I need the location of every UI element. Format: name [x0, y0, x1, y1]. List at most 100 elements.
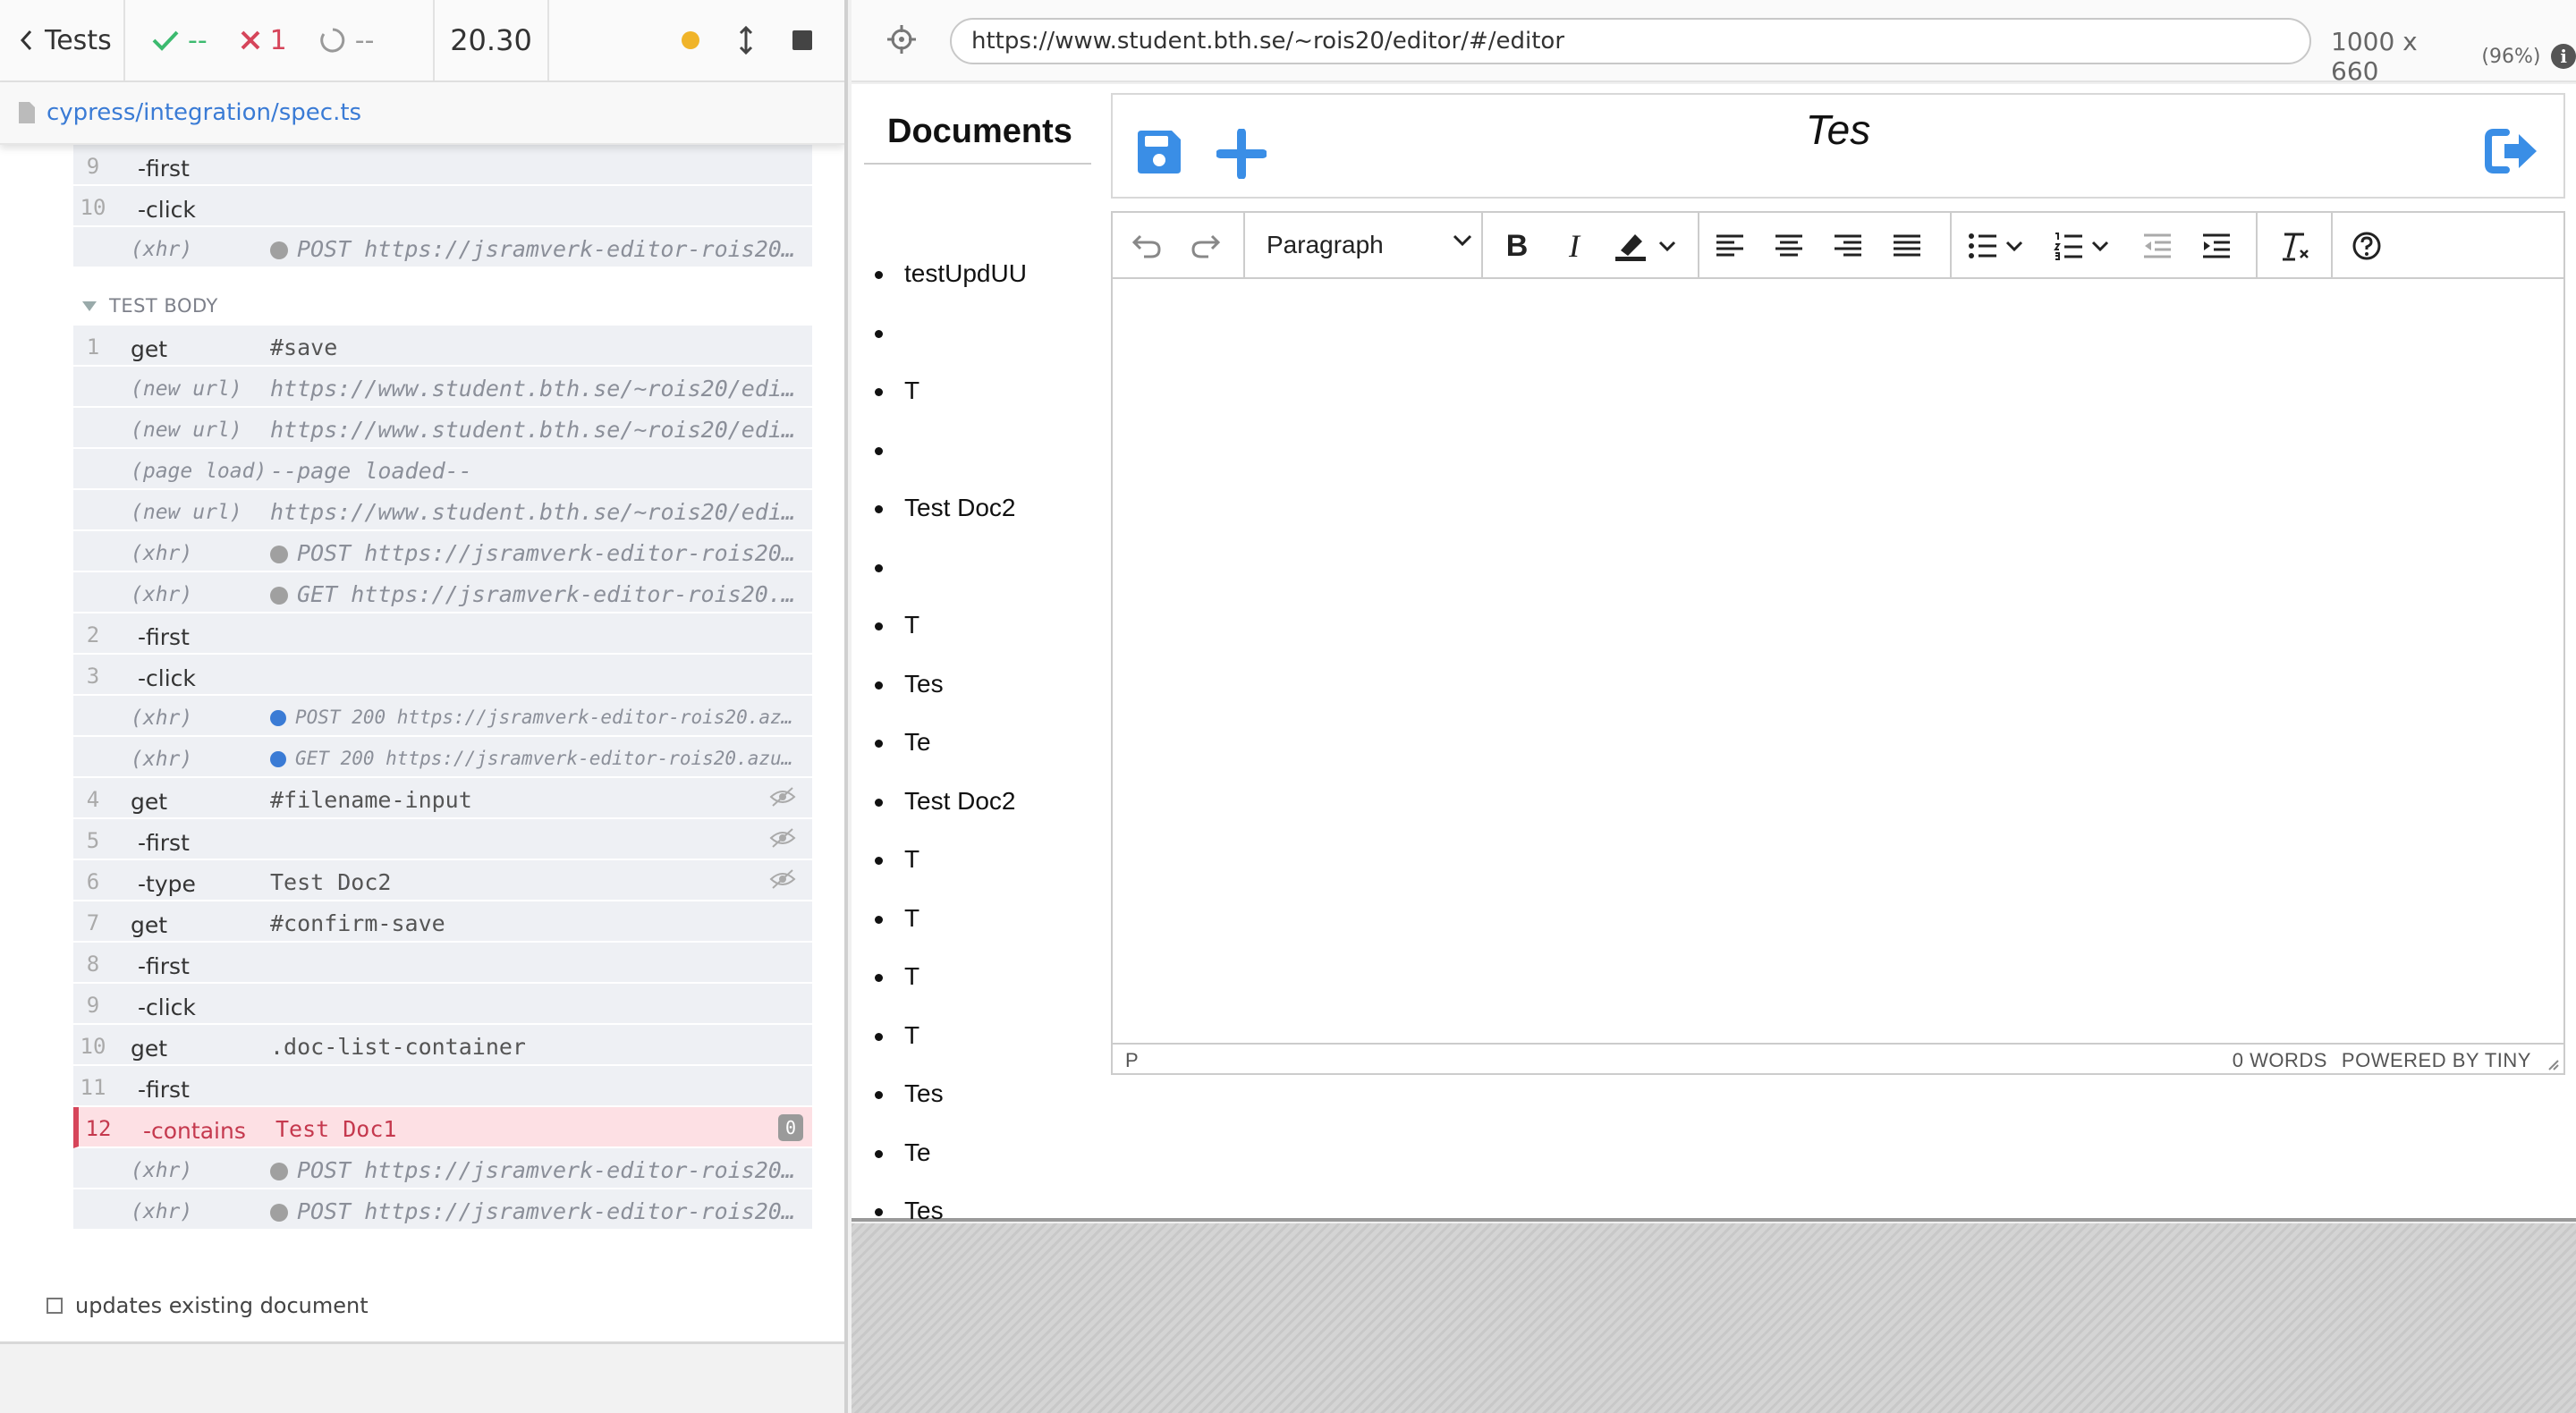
doc-list-item[interactable]	[875, 436, 904, 471]
reporter-footer	[0, 1344, 844, 1413]
bullet-icon	[875, 681, 883, 690]
clear-formatting-button[interactable]	[2277, 231, 2313, 261]
pending-stat[interactable]: --	[319, 25, 374, 56]
doc-list-item[interactable]	[875, 318, 904, 354]
command-row[interactable]: 4 get #filename-input	[73, 778, 812, 819]
doc-list-item[interactable]: T	[875, 377, 919, 412]
command-message: POST https://jsramverk-editor-rois20.azu…	[270, 1198, 803, 1224]
command-row-url[interactable]: (new url) https://www.student.bth.se/~ro…	[73, 490, 812, 531]
test-item-updates-existing-document[interactable]: updates existing document	[47, 1293, 369, 1318]
command-message: Test Doc1	[275, 1116, 397, 1142]
command-row[interactable]: 9 -click	[73, 984, 812, 1025]
command-row[interactable]: 9 -first	[73, 145, 812, 186]
command-row-xhr[interactable]: (xhr) POST 200 https://jsramverk-editor-…	[73, 696, 812, 737]
passed-stat[interactable]: --	[152, 25, 208, 56]
doc-name: Te	[904, 728, 931, 756]
align-left-button[interactable]	[1712, 231, 1748, 261]
align-justify-button[interactable]	[1889, 231, 1925, 261]
command-name: (xhr)	[131, 238, 193, 261]
aut-url-bar[interactable]: https://www.student.bth.se/~rois20/edito…	[950, 18, 2311, 64]
command-row[interactable]: 2 -first	[73, 613, 812, 655]
sign-out-icon[interactable]	[2485, 129, 2540, 173]
selector-playground-crosshair-icon[interactable]	[886, 23, 918, 55]
redo-button[interactable]	[1188, 231, 1224, 261]
italic-button[interactable]: I	[1556, 228, 1592, 264]
tests-back-button[interactable]: Tests	[0, 0, 125, 80]
resize-handle-icon[interactable]	[2544, 1055, 2560, 1071]
doc-list-item[interactable]: Te	[875, 728, 931, 764]
help-button[interactable]	[2349, 231, 2385, 261]
bullet-icon	[875, 447, 883, 456]
doc-list-item[interactable]: T	[875, 1021, 919, 1057]
align-right-button[interactable]	[1830, 231, 1866, 261]
command-row-xhr[interactable]: (xhr) POST https://jsramverk-editor-rois…	[73, 227, 812, 268]
highlight-color-button[interactable]	[1614, 231, 1685, 261]
info-icon[interactable]: i	[2551, 44, 2576, 69]
stop-button[interactable]	[792, 30, 812, 50]
command-row[interactable]: 10 get .doc-list-container	[73, 1025, 812, 1066]
command-row[interactable]: 7 get #confirm-save	[73, 901, 812, 943]
spec-file-link[interactable]: cypress/integration/spec.ts	[47, 99, 361, 126]
xhr-pending-dot-icon	[270, 241, 288, 259]
indent-icon	[2203, 233, 2230, 258]
numbered-list-button[interactable]	[2054, 231, 2122, 261]
xhr-pending-dot-icon	[270, 587, 288, 605]
command-row-failed[interactable]: 12 -contains Test Doc1 0	[73, 1107, 812, 1148]
auto-scroll-icon[interactable]	[739, 26, 753, 55]
doc-list-item[interactable]: T	[875, 845, 919, 881]
command-row-xhr[interactable]: (xhr) POST https://jsramverk-editor-rois…	[73, 531, 812, 572]
failed-stat[interactable]: 1	[240, 25, 287, 56]
command-row-xhr[interactable]: (xhr) GET 200 https://jsramverk-editor-r…	[73, 737, 812, 778]
viewport-info: 1000 x 660 (96%) i	[2331, 27, 2576, 86]
command-row-xhr[interactable]: (xhr) GET https://jsramverk-editor-rois2…	[73, 572, 812, 613]
word-count[interactable]: 0 WORDS	[2233, 1049, 2327, 1072]
command-row[interactable]: 11 -first	[73, 1066, 812, 1107]
test-body-toggle[interactable]: TEST BODY	[82, 295, 218, 317]
doc-list-item[interactable]: Test Doc2	[875, 787, 1016, 823]
block-format-select[interactable]: Paragraph	[1267, 231, 1472, 259]
doc-name: T	[904, 377, 920, 404]
bold-button[interactable]: B	[1499, 229, 1535, 263]
bullet-list-button[interactable]	[1968, 231, 2036, 261]
aut-iframe: Documents testUpdUU T Test Doc2 T Tes Te Test …	[852, 84, 2576, 1224]
text-style-group: B I	[1483, 213, 1699, 277]
statusbar-right: 0 WORDS POWERED BY TINY	[2233, 1049, 2531, 1072]
command-row-xhr[interactable]: (xhr) POST https://jsramverk-editor-rois…	[73, 1189, 812, 1231]
command-row[interactable]: 1 get #save	[73, 326, 812, 367]
command-name: -first	[138, 624, 190, 650]
bullet-list-icon	[1969, 233, 1996, 258]
doc-list-item[interactable]	[875, 553, 904, 588]
editor-content-area[interactable]	[1113, 279, 2563, 1046]
command-row-url[interactable]: (new url) https://www.student.bth.se/~ro…	[73, 367, 812, 408]
doc-list-item[interactable]: Tes	[875, 670, 944, 706]
doc-list-item[interactable]: Te	[875, 1138, 931, 1174]
indent-button[interactable]	[2199, 231, 2234, 261]
command-row[interactable]: 5 -first	[73, 819, 812, 860]
command-name: (new url)	[131, 501, 242, 524]
command-row[interactable]: 10 -click	[73, 186, 812, 227]
doc-list-item[interactable]: testUpdUU	[875, 259, 1027, 295]
doc-list-item[interactable]: Tes	[875, 1079, 944, 1115]
plus-icon[interactable]	[1216, 129, 1267, 179]
save-icon[interactable]	[1134, 127, 1184, 177]
doc-list-item[interactable]: T	[875, 904, 919, 940]
element-path[interactable]: P	[1125, 1049, 1139, 1072]
command-row-url[interactable]: (new url) https://www.student.bth.se/~ro…	[73, 408, 812, 449]
outdent-button[interactable]	[2140, 231, 2175, 261]
doc-list-item[interactable]: T	[875, 962, 919, 998]
powered-by-tiny-link[interactable]: POWERED BY TINY	[2342, 1049, 2531, 1072]
doc-list-item[interactable]: T	[875, 611, 919, 647]
current-document-name: Tes	[1805, 106, 1871, 153]
undo-button[interactable]	[1129, 231, 1165, 261]
align-center-button[interactable]	[1771, 231, 1807, 261]
command-name: (new url)	[131, 377, 242, 401]
command-row-xhr[interactable]: (xhr) POST https://jsramverk-editor-rois…	[73, 1148, 812, 1189]
command-row[interactable]: 8 -first	[73, 943, 812, 984]
command-row-page-load[interactable]: (page load) --page loaded--	[73, 449, 812, 490]
command-row[interactable]: 3 -click	[73, 655, 812, 696]
doc-list-item[interactable]: Test Doc2	[875, 494, 1016, 529]
chevron-down-icon	[1453, 234, 1472, 247]
command-number: 2	[86, 622, 100, 647]
command-message: POST https://jsramverk-editor-rois20.azu…	[270, 1157, 803, 1183]
command-row[interactable]: 6 -type Test Doc2	[73, 860, 812, 901]
